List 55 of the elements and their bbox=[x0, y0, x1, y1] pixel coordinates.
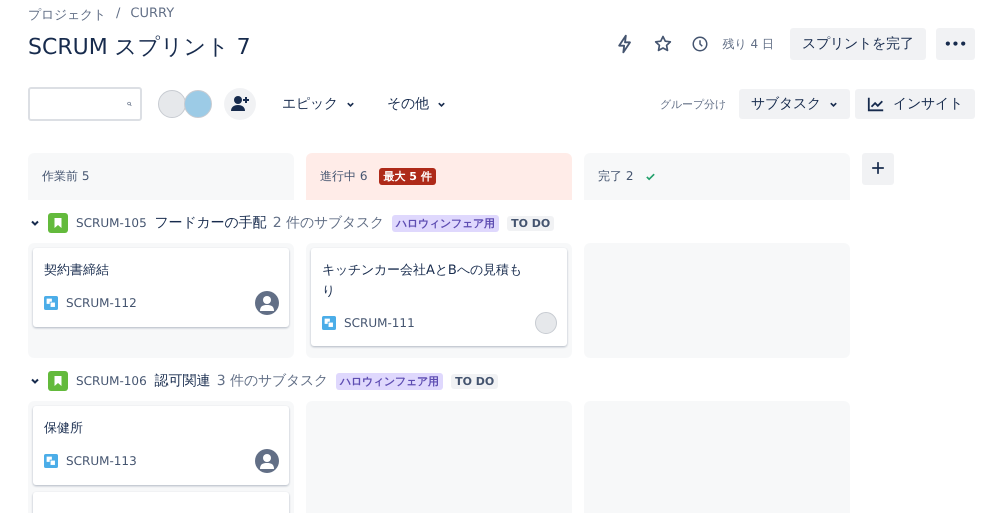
breadcrumb-link[interactable]: プロジェクト bbox=[28, 6, 106, 24]
group-by-dropdown[interactable]: サブタスク bbox=[739, 89, 850, 119]
subtask-icon bbox=[44, 454, 58, 468]
subtask-icon bbox=[44, 296, 58, 310]
card-title: キッチンカー会社AとBへの見積もり bbox=[322, 262, 523, 301]
card-title: 契約書締結 bbox=[44, 262, 110, 280]
issue-title: 認可関連 bbox=[154, 372, 211, 390]
filter-dropdown[interactable]: その他 bbox=[381, 94, 452, 114]
status-label: TO DO bbox=[451, 374, 498, 388]
status-label: TO DO bbox=[507, 216, 554, 230]
story-icon bbox=[48, 371, 68, 391]
chevron-down-icon bbox=[829, 100, 838, 108]
column-name: 進行中 6 bbox=[320, 168, 368, 185]
issue-card[interactable]: キッチンカー会社AとBへの見積もり SCRUM-111 bbox=[311, 248, 567, 346]
issue-title: フードカーの手配 bbox=[154, 214, 267, 232]
clock-icon bbox=[690, 35, 709, 53]
chevron-down-icon bbox=[437, 100, 446, 108]
line-chart-icon bbox=[867, 95, 885, 113]
more-button[interactable]: ••• bbox=[936, 28, 975, 60]
epic-label: ハロウィンフェア用 bbox=[336, 372, 444, 390]
issue-card[interactable]: 保健所 SCRUM-113 bbox=[33, 406, 289, 485]
chevron-icon[interactable] bbox=[30, 218, 40, 228]
group-by-label: グループ分け bbox=[660, 96, 726, 112]
card-title: 保健所 bbox=[44, 420, 84, 438]
insight-button[interactable]: インサイト bbox=[855, 89, 975, 119]
breadcrumb-separator: / bbox=[116, 6, 120, 23]
subtask-icon bbox=[322, 316, 336, 330]
issue-key[interactable]: SCRUM-105 bbox=[76, 216, 147, 230]
story-icon bbox=[48, 213, 68, 233]
column-name: 作業前 5 bbox=[42, 168, 90, 185]
complete-sprint-button[interactable]: スプリントを完了 bbox=[790, 28, 926, 60]
remaining-days: 残り 4 日 bbox=[722, 36, 774, 52]
breadcrumb-link[interactable]: CURRY bbox=[130, 6, 174, 24]
unassigned-avatar-icon bbox=[255, 291, 279, 315]
limit-badge: 最大 5 件 bbox=[379, 168, 436, 185]
issue-key[interactable]: SCRUM-106 bbox=[76, 374, 147, 388]
unassigned-avatar-icon bbox=[255, 449, 279, 473]
subtask-count: 2 件のサブタスク bbox=[272, 214, 384, 232]
chevron-down-icon bbox=[346, 100, 355, 108]
search-field[interactable] bbox=[28, 87, 142, 121]
issue-card[interactable]: 契約書締結 SCRUM-112 bbox=[33, 248, 289, 327]
card-key: SCRUM-111 bbox=[344, 316, 415, 330]
filter-dropdown[interactable]: エピック bbox=[276, 94, 361, 114]
epic-label: ハロウィンフェア用 bbox=[392, 214, 500, 232]
chevron-icon[interactable] bbox=[30, 376, 40, 386]
add-person-icon[interactable] bbox=[224, 88, 256, 120]
add-column-button[interactable]: + bbox=[862, 153, 894, 185]
sprint-title: SCRUM スプリント 7 bbox=[28, 34, 251, 62]
column-name: 完了 2 bbox=[598, 168, 634, 185]
avatar bbox=[535, 312, 557, 334]
subtask-count: 3 件のサブタスク bbox=[216, 372, 328, 390]
checkmark-icon bbox=[645, 171, 656, 182]
card-key: SCRUM-113 bbox=[66, 454, 137, 468]
card-key: SCRUM-112 bbox=[66, 296, 137, 310]
star-icon[interactable] bbox=[652, 34, 673, 54]
